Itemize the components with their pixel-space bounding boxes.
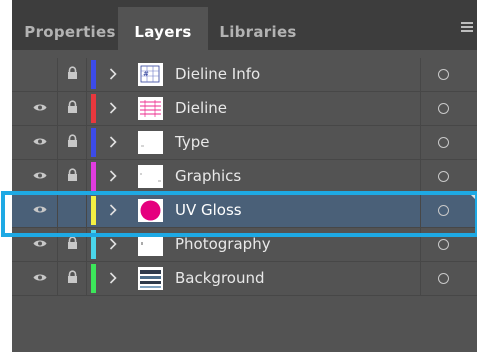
target-circle-icon[interactable] <box>438 273 449 284</box>
layers-list: # Dieline Info Dieline Type Graphics UV … <box>12 58 477 296</box>
background-thumbnail <box>138 267 163 290</box>
target-cell <box>420 92 477 125</box>
target-circle-icon[interactable] <box>438 69 449 80</box>
eye-icon <box>33 206 47 213</box>
layer-name[interactable]: Graphics <box>175 160 241 193</box>
layer-color-bar <box>91 230 96 259</box>
lock-toggle[interactable] <box>58 194 87 227</box>
layer-color-bar <box>91 128 96 157</box>
panel-tab-bar: Properties Layers Libraries <box>12 0 477 50</box>
lock-icon <box>68 100 77 113</box>
chevron-right-icon[interactable] <box>109 237 117 251</box>
hamburger-menu-icon[interactable] <box>461 22 473 32</box>
lock-icon <box>68 134 77 147</box>
dieline-info-thumbnail: # <box>138 63 163 86</box>
chevron-right-icon[interactable] <box>109 101 117 115</box>
type-thumbnail <box>138 131 163 154</box>
target-circle-icon[interactable] <box>438 103 449 114</box>
target-cell <box>420 160 477 193</box>
layers-panel: Properties Layers Libraries # Dieline In… <box>12 0 477 352</box>
layer-name[interactable]: Dieline Info <box>175 58 260 91</box>
layer-row-graphics[interactable]: Graphics <box>12 160 477 194</box>
lock-toggle[interactable] <box>58 58 87 91</box>
tab-layers[interactable]: Layers <box>118 7 208 50</box>
visibility-toggle[interactable] <box>12 92 58 125</box>
lock-icon <box>68 270 77 283</box>
visibility-toggle[interactable] <box>12 194 58 227</box>
visibility-toggle[interactable] <box>12 58 58 91</box>
lock-toggle[interactable] <box>58 92 87 125</box>
target-circle-icon[interactable] <box>438 171 449 182</box>
eye-icon <box>33 240 47 247</box>
lock-icon <box>68 66 77 79</box>
selection-indicator-icon <box>470 194 477 201</box>
target-cell <box>420 194 477 227</box>
chevron-right-icon[interactable] <box>109 271 117 285</box>
target-cell <box>420 58 477 91</box>
layer-name[interactable]: Background <box>175 262 265 295</box>
lock-icon <box>68 168 77 181</box>
svg-text:#: # <box>143 70 149 78</box>
target-cell <box>420 126 477 159</box>
layer-name[interactable]: Photography <box>175 228 271 261</box>
layer-row-background[interactable]: Background <box>12 262 477 296</box>
chevron-right-icon[interactable] <box>109 203 117 217</box>
visibility-toggle[interactable] <box>12 160 58 193</box>
layer-row-type[interactable]: Type <box>12 126 477 160</box>
eye-icon <box>33 172 47 179</box>
visibility-toggle[interactable] <box>12 126 58 159</box>
chevron-right-icon[interactable] <box>109 135 117 149</box>
layer-row-photography[interactable]: Photography <box>12 228 477 262</box>
target-circle-icon[interactable] <box>438 239 449 250</box>
lock-toggle[interactable] <box>58 228 87 261</box>
target-circle-icon[interactable] <box>438 205 449 216</box>
layer-color-bar <box>91 94 96 123</box>
layer-row-dieline-info[interactable]: # Dieline Info <box>12 58 477 92</box>
tab-libraries[interactable]: Libraries <box>212 7 304 50</box>
target-cell <box>420 228 477 261</box>
layer-row-uv-gloss[interactable]: UV Gloss <box>12 194 477 228</box>
layer-color-bar <box>91 60 96 89</box>
chevron-right-icon[interactable] <box>109 67 117 81</box>
target-cell <box>420 262 477 295</box>
tab-properties[interactable]: Properties <box>24 7 116 50</box>
lock-toggle[interactable] <box>58 262 87 295</box>
uv-gloss-thumbnail <box>138 199 163 222</box>
visibility-toggle[interactable] <box>12 262 58 295</box>
layer-name[interactable]: UV Gloss <box>175 194 242 227</box>
graphics-thumbnail <box>138 165 163 188</box>
layer-row-dieline[interactable]: Dieline <box>12 92 477 126</box>
lock-toggle[interactable] <box>58 160 87 193</box>
lock-icon <box>68 236 77 249</box>
chevron-right-icon[interactable] <box>109 169 117 183</box>
eye-icon <box>33 274 47 281</box>
layer-color-bar <box>91 162 96 191</box>
layer-color-bar <box>91 196 96 225</box>
eye-icon <box>33 138 47 145</box>
eye-icon <box>33 104 47 111</box>
lock-toggle[interactable] <box>58 126 87 159</box>
layer-name[interactable]: Dieline <box>175 92 227 125</box>
layer-color-bar <box>91 264 96 293</box>
visibility-toggle[interactable] <box>12 228 58 261</box>
target-circle-icon[interactable] <box>438 137 449 148</box>
photography-thumbnail <box>138 233 163 256</box>
dieline-thumbnail <box>138 97 163 120</box>
layer-name[interactable]: Type <box>175 126 209 159</box>
